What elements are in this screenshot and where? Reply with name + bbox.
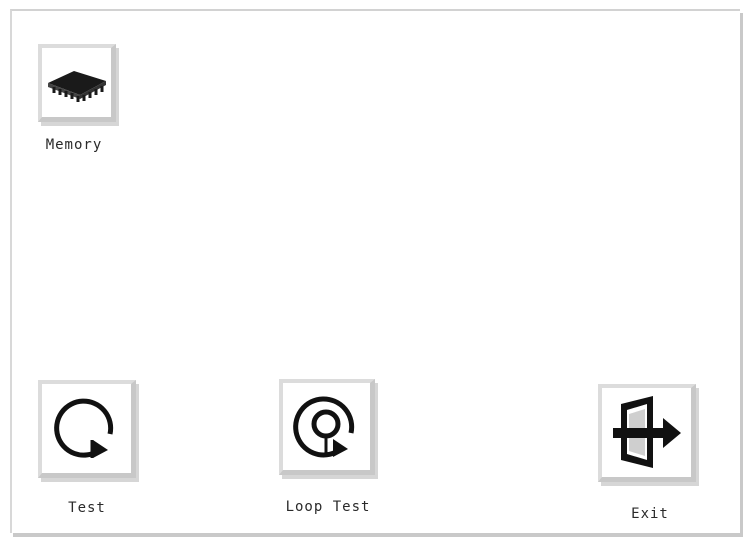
memory-label: Memory bbox=[45, 137, 103, 153]
memory-button[interactable] bbox=[38, 44, 116, 122]
loop-circle-icon bbox=[291, 391, 363, 463]
loop-test-button[interactable] bbox=[279, 379, 375, 475]
test-button[interactable] bbox=[38, 380, 136, 478]
memory-chip-icon bbox=[44, 61, 110, 105]
refresh-circle-icon bbox=[52, 394, 122, 464]
exit-label: Exit bbox=[631, 506, 669, 522]
test-label: Test bbox=[68, 500, 106, 516]
loop-test-label: Loop Test bbox=[285, 499, 371, 515]
exit-door-icon bbox=[611, 394, 683, 472]
exit-button[interactable] bbox=[598, 384, 696, 482]
